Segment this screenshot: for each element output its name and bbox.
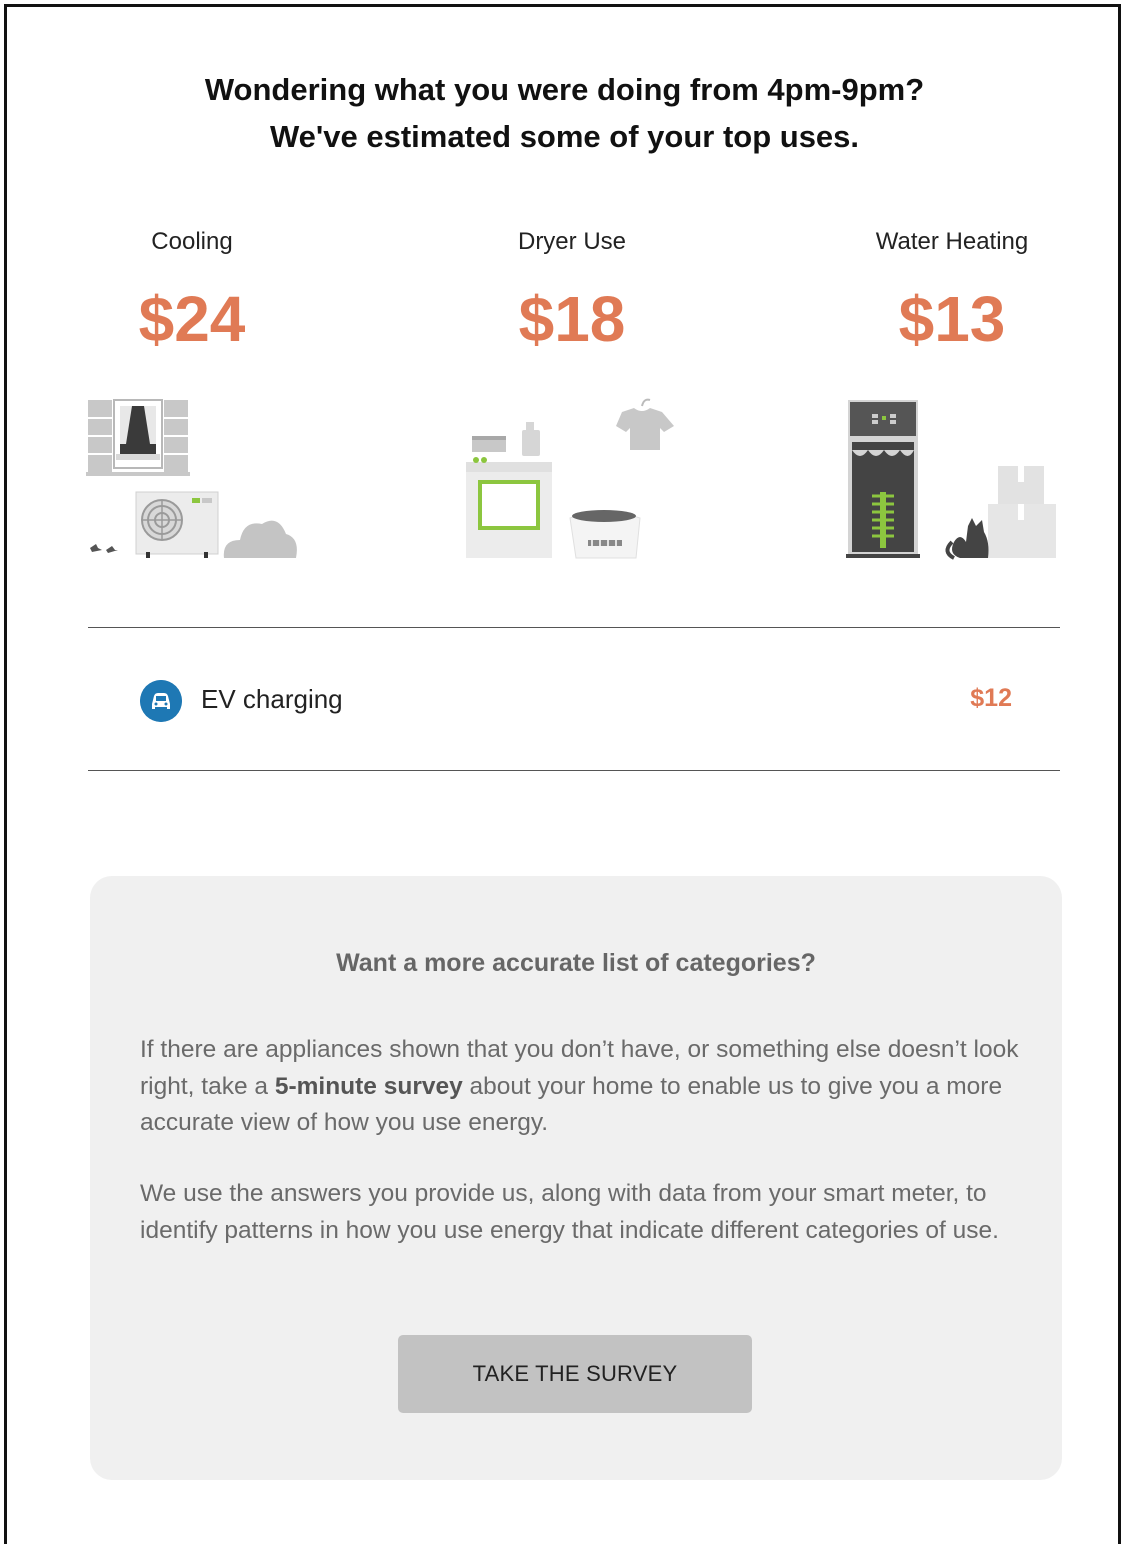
category-amount-water-heating: $13 [898, 283, 1006, 355]
page-heading: Wondering what you were doing from 4pm-9… [0, 66, 1129, 160]
divider-bottom [88, 770, 1060, 771]
survey-panel: Want a more accurate list of categories?… [90, 876, 1062, 1480]
survey-paragraph-1: If there are appliances shown that you d… [140, 1032, 1030, 1142]
survey-panel-title: Want a more accurate list of categories? [336, 949, 816, 977]
category-label-water-heating: Water Heating [875, 228, 1029, 255]
laundry-scene-icon [466, 398, 674, 559]
survey-paragraph-2: We use the answers you provide us, along… [140, 1180, 999, 1244]
category-amount-cooling: $24 [138, 283, 246, 355]
ev-charging-row: EV charging $12 [88, 628, 1060, 770]
category-label-dryer: Dryer Use [517, 228, 626, 255]
ev-charging-label: EV charging [201, 684, 343, 714]
category-amount-dryer: $18 [518, 283, 626, 355]
survey-duration-highlight: 5-minute survey [274, 1072, 463, 1100]
category-label-cooling: Cooling [151, 228, 233, 255]
heading-line-2: We've estimated some of your top uses. [269, 119, 860, 154]
cooling-scene-icon [86, 399, 297, 558]
ev-charging-amount: $12 [970, 684, 1012, 712]
heading-line-1: Wondering what you were doing from 4pm-9… [204, 72, 925, 107]
car-icon [140, 680, 182, 722]
take-survey-button[interactable]: TAKE THE SURVEY [398, 1335, 752, 1413]
water-heater-scene-icon [846, 400, 1056, 560]
